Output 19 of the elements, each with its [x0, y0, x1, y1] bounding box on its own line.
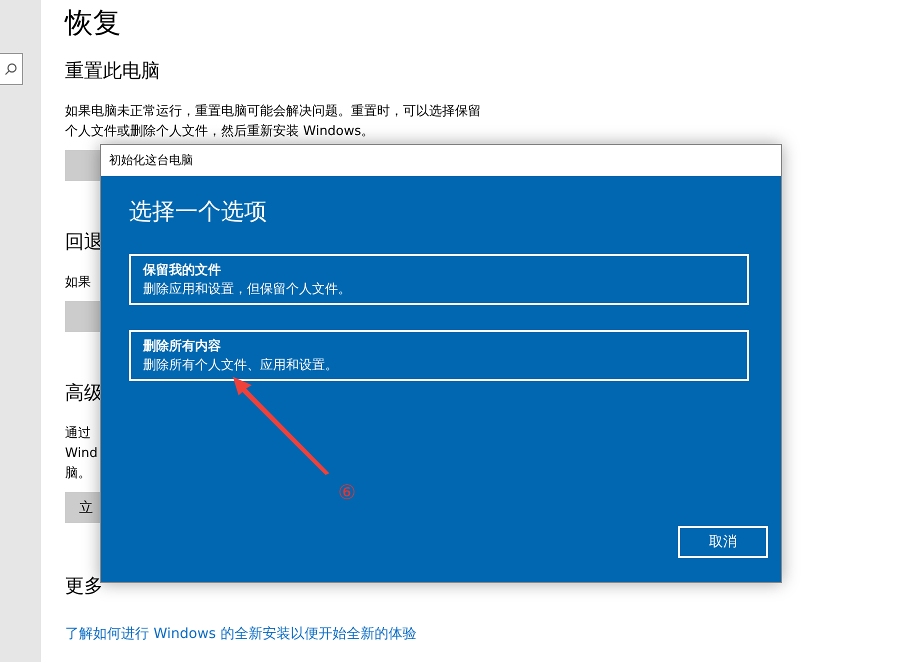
- section-heading: 回退: [65, 230, 104, 255]
- search-icon: [4, 62, 18, 76]
- dialog-title: 初始化这台电脑: [101, 145, 781, 176]
- option-button[interactable]: 删除所有内容 删除所有个人文件、应用和设置。: [129, 330, 749, 381]
- description-text: 通过: [65, 425, 91, 443]
- description-text: 如果: [65, 274, 91, 292]
- cancel-button[interactable]: 取消: [678, 526, 768, 558]
- step-number: ⑥: [338, 480, 356, 504]
- section-heading: 重置此电脑: [65, 59, 161, 84]
- description-text: Wind: [65, 445, 98, 463]
- option-button[interactable]: 保留我的文件 删除应用和设置，但保留个人文件。: [129, 254, 749, 305]
- description-text: 如果电脑未正常运行，重置电脑可能会解决问题。重置时，可以选择保留: [65, 103, 481, 121]
- page-title: 恢复: [65, 5, 122, 41]
- install-link[interactable]: 了解如何进行 Windows 的全新安装以便开始全新的体验: [65, 625, 899, 643]
- description-text: 个人文件或删除个人文件，然后重新安装 Windows。: [65, 123, 374, 141]
- section-heading: 更多: [65, 574, 104, 599]
- description-text: 脑。: [65, 465, 91, 483]
- search-field[interactable]: [0, 53, 23, 85]
- dialog-heading: 选择一个选项: [129, 198, 268, 227]
